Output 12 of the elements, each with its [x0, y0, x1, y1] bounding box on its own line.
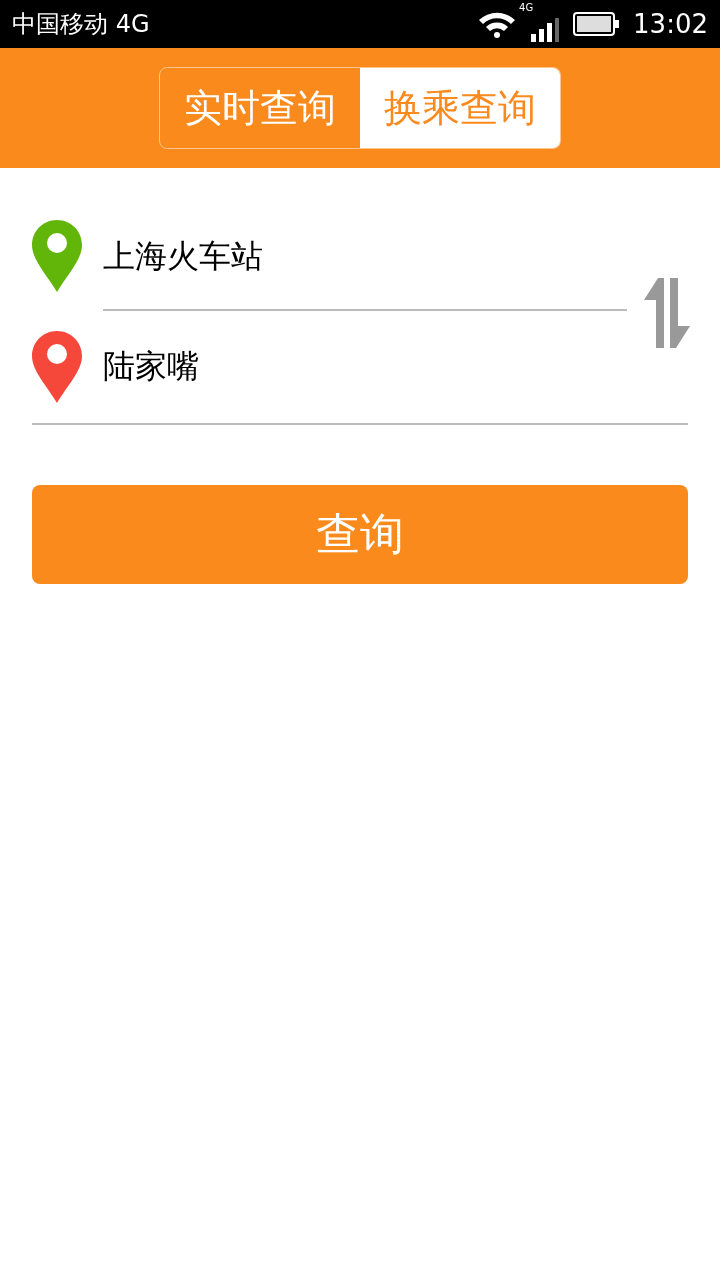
- signal-icon: [531, 18, 560, 42]
- input-field[interactable]: 陆家嘴: [103, 337, 627, 397]
- search-button[interactable]: 查询: [32, 485, 688, 584]
- wifi-icon: [477, 10, 518, 38]
- battery-icon: [573, 12, 620, 36]
- swap-icon[interactable]: [644, 278, 690, 348]
- clock: 13:02: [633, 9, 708, 39]
- tab[interactable]: 实时查询: [160, 68, 360, 148]
- carrier-name: 中国移动 4G: [12, 9, 150, 40]
- input-field[interactable]: 上海火车站: [103, 204, 627, 311]
- tab[interactable]: 换乘查询: [360, 68, 560, 148]
- network-type: 4G: [519, 2, 534, 13]
